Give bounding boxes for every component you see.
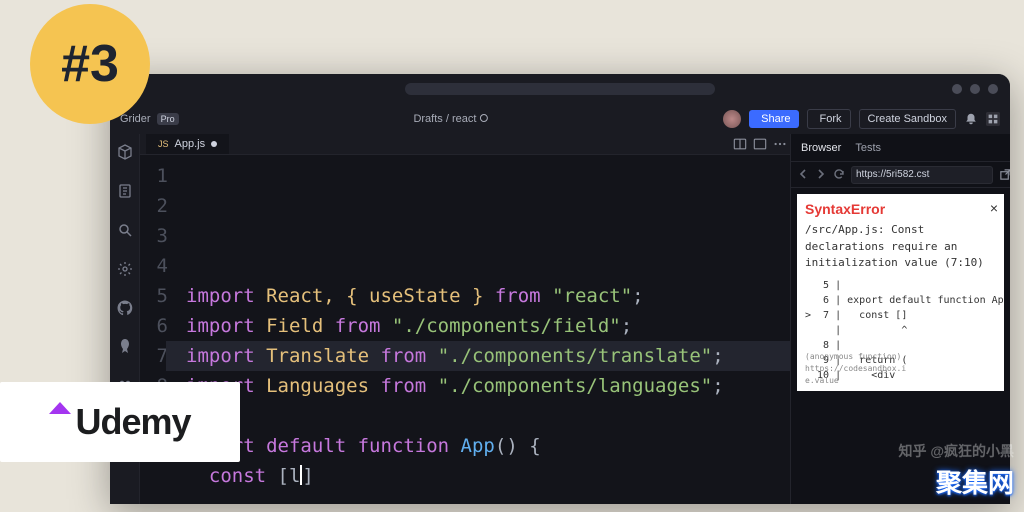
close-icon[interactable]: ×	[990, 200, 998, 216]
pro-badge: Pro	[157, 113, 179, 125]
sandbox-window: Grider Pro Drafts / react ⭘ Share Fork C…	[110, 74, 1010, 504]
preview-panel: Browser Tests Here is a react app! × Syn…	[790, 134, 1010, 504]
split-editor-icon[interactable]	[730, 134, 750, 154]
tab-tests[interactable]: Tests	[855, 142, 881, 154]
notifications-icon[interactable]	[964, 112, 978, 126]
window-drag-handle[interactable]	[405, 83, 715, 95]
error-stack-1: (anonymous function)	[805, 351, 996, 363]
url-input[interactable]	[851, 166, 993, 184]
avatar[interactable]	[723, 110, 741, 128]
more-icon[interactable]	[770, 134, 790, 154]
breadcrumb[interactable]: Drafts / react ⭘	[179, 113, 724, 126]
open-external-icon[interactable]	[999, 166, 1010, 184]
error-message: /src/App.js: Const declarations require …	[805, 222, 996, 272]
editor-tabbar: JS App.js	[140, 134, 790, 155]
author-label: Grider	[120, 113, 151, 125]
deploy-icon[interactable]	[117, 339, 133, 360]
back-icon[interactable]	[797, 168, 809, 182]
udemy-logo: Udemy	[0, 382, 240, 462]
search-icon[interactable]	[117, 222, 133, 243]
unsaved-dot-icon	[211, 141, 217, 147]
forward-icon[interactable]	[815, 168, 827, 182]
window-titlebar[interactable]	[110, 74, 1010, 104]
tab-app-js[interactable]: JS App.js	[146, 134, 229, 154]
preview-tabs: Browser Tests	[791, 134, 1010, 162]
layout-icon[interactable]	[750, 134, 770, 154]
error-stack-3: e.value	[805, 375, 996, 387]
js-file-icon: JS	[158, 139, 169, 149]
udemy-roof-icon	[49, 402, 71, 414]
sandbox-icon[interactable]	[117, 144, 133, 165]
rank-badge: #3	[30, 4, 150, 124]
tab-browser[interactable]: Browser	[801, 142, 841, 154]
fork-button[interactable]: Fork	[807, 109, 851, 129]
settings-icon[interactable]	[117, 261, 133, 282]
error-overlay: × SyntaxError /src/App.js: Const declara…	[797, 194, 1004, 391]
reload-icon[interactable]	[833, 168, 845, 182]
share-button[interactable]: Share	[749, 110, 798, 128]
menu-icon[interactable]	[986, 112, 1000, 126]
error-title: SyntaxError	[805, 202, 996, 216]
top-toolbar: Grider Pro Drafts / react ⭘ Share Fork C…	[110, 104, 1010, 134]
create-sandbox-button[interactable]: Create Sandbox	[859, 109, 957, 129]
window-traffic-lights[interactable]	[952, 84, 998, 94]
github-icon[interactable]	[117, 300, 133, 321]
preview-addressbar	[791, 162, 1010, 188]
error-stack-2: https://codesandbox.i	[805, 363, 996, 375]
explorer-icon[interactable]	[117, 183, 133, 204]
